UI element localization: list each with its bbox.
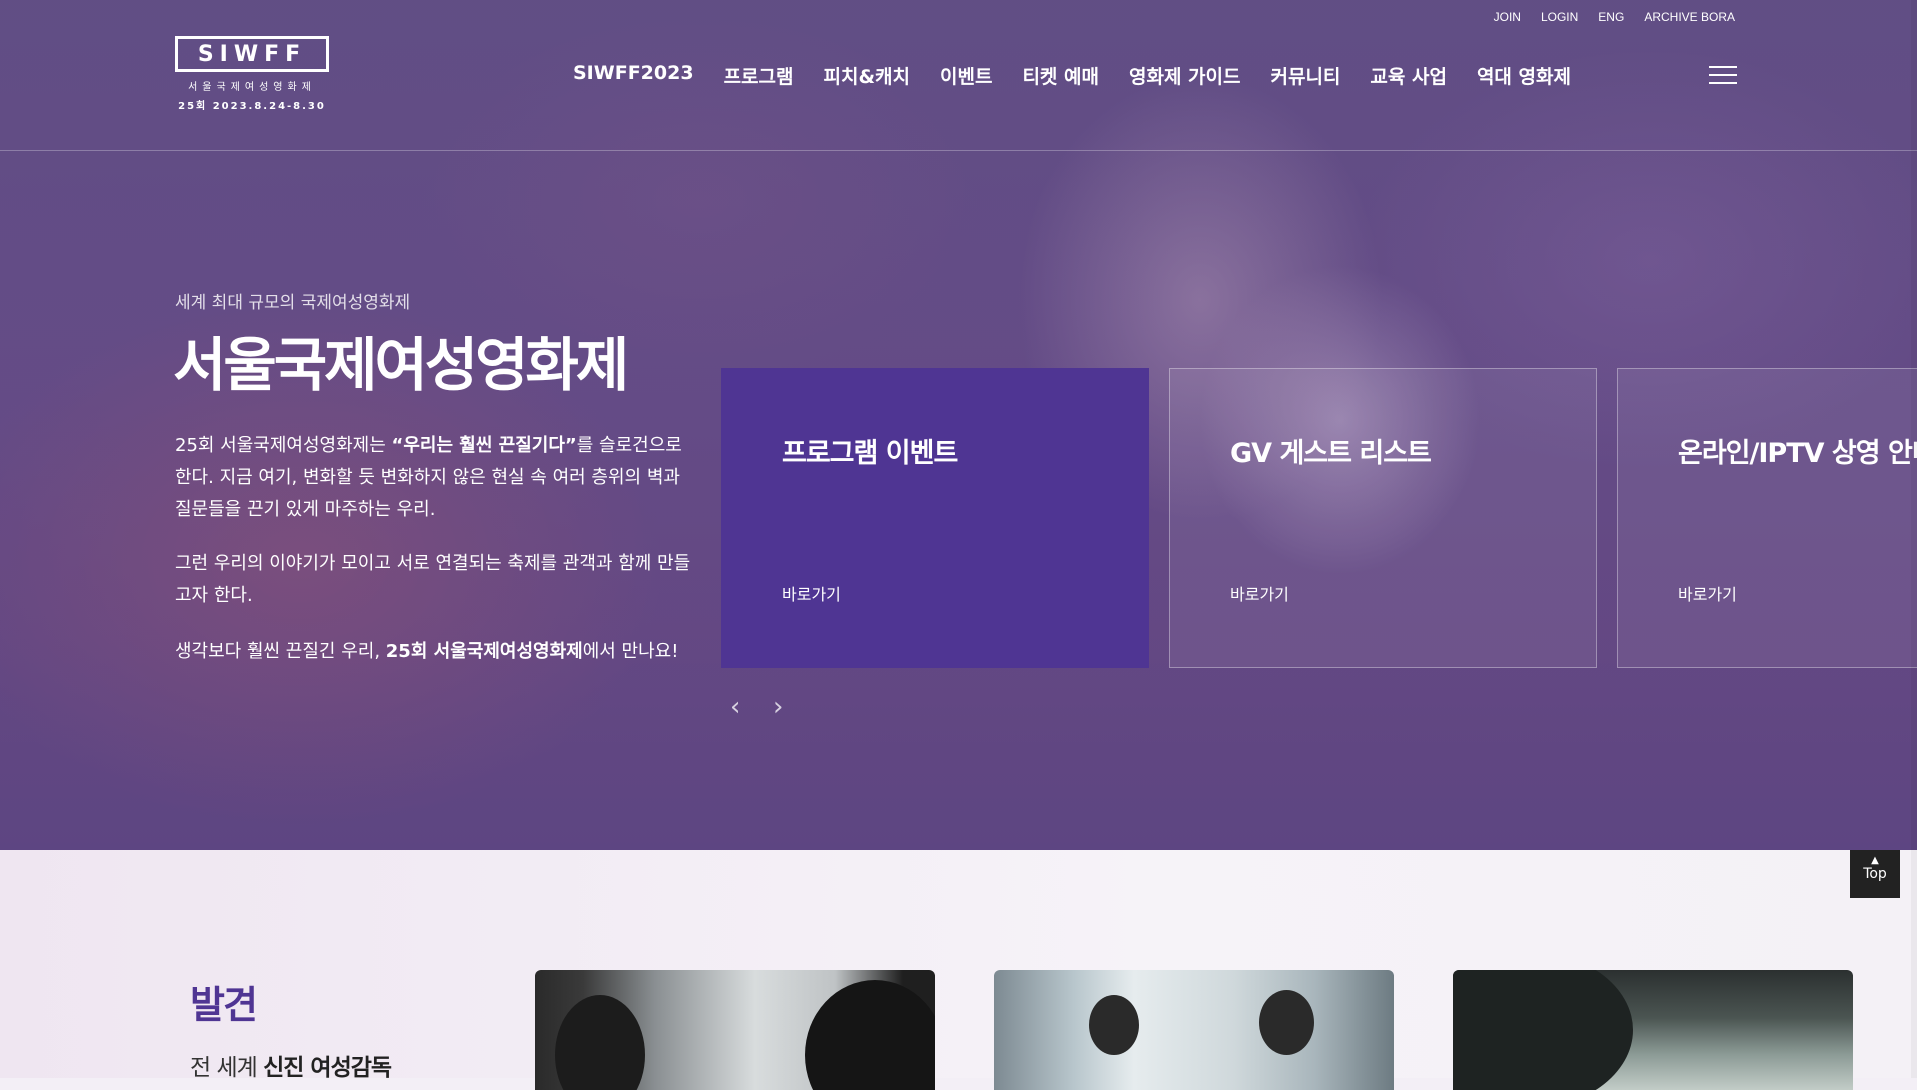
section-title: 발견 (190, 983, 258, 1027)
logo-subtitle: 서울국제여성영화제 (188, 82, 316, 93)
hero-paragraph-3: 생각보다 훨씬 끈질긴 우리, 25회 서울국제여성영화제에서 만나요! (175, 641, 679, 662)
nav-item-siwff2023[interactable]: SIWFF2023 (573, 62, 694, 89)
main-nav: SIWFF2023 프로그램 피치&캐치 이벤트 티켓 예매 영화제 가이드 커… (573, 62, 1571, 89)
nav-item-event[interactable]: 이벤트 (940, 62, 992, 89)
login-link[interactable]: LOGIN (1541, 10, 1578, 24)
film-thumbnail[interactable] (994, 970, 1394, 1090)
nav-item-community[interactable]: 커뮤니티 (1270, 62, 1340, 89)
logo-edition: 25회 2023.8.24-8.30 (178, 101, 326, 112)
join-link[interactable]: JOIN (1494, 10, 1521, 24)
hero-paragraph-2: 그런 우리의 이야기가 모이고 서로 연결되는 축제를 관객과 함께 만들고자 … (175, 553, 691, 606)
scroll-top-button[interactable]: ▲ Top (1850, 850, 1900, 898)
hamburger-icon[interactable] (1709, 66, 1737, 86)
discovery-section: 발견 전 세계 신진 여성감독 (0, 850, 1917, 1090)
hero-paragraph-1: 25회 서울국제여성영화제는 “우리는 훨씬 끈질기다”를 슬로건으로 한다. … (175, 435, 682, 520)
film-thumbnail[interactable] (535, 970, 935, 1090)
card-program-event[interactable]: 프로그램 이벤트 바로가기 (721, 368, 1149, 668)
film-thumbnail[interactable] (1453, 970, 1853, 1090)
nav-item-pitch-catch[interactable]: 피치&캐치 (823, 62, 910, 89)
top-button-label: Top (1863, 866, 1887, 882)
card-title: GV 게스트 리스트 (1230, 438, 1432, 469)
caret-up-icon: ▲ (1871, 855, 1879, 866)
site-logo[interactable]: SIWFF 서울국제여성영화제 25회 2023.8.24-8.30 (175, 36, 335, 112)
prev-arrow-icon[interactable]: ‹ (730, 692, 740, 722)
page-scrollbar[interactable] (1911, 0, 1917, 1078)
nav-item-ticket[interactable]: 티켓 예매 (1022, 62, 1099, 89)
hero-banner: SIWFF 서울국제여성영화제 25회 2023.8.24-8.30 JOIN … (0, 0, 1917, 850)
nav-item-education[interactable]: 교육 사업 (1370, 62, 1447, 89)
next-arrow-icon[interactable]: › (773, 692, 783, 722)
card-link[interactable]: 바로가기 (1678, 581, 1737, 605)
card-gv-guest-list[interactable]: GV 게스트 리스트 바로가기 (1169, 368, 1597, 668)
archive-bora-link[interactable]: ARCHIVE BORA (1644, 10, 1735, 24)
section-subtitle: 전 세계 신진 여성감독 (190, 1055, 392, 1081)
nav-item-program[interactable]: 프로그램 (724, 62, 794, 89)
card-link[interactable]: 바로가기 (782, 581, 841, 605)
eng-link[interactable]: ENG (1598, 10, 1624, 24)
card-title: 온라인/IPTV 상영 안내 (1678, 438, 1917, 469)
hero-title: 서울국제여성영화제 (173, 331, 629, 399)
card-link[interactable]: 바로가기 (1230, 581, 1289, 605)
nav-item-past-festivals[interactable]: 역대 영화제 (1477, 62, 1571, 89)
logo-mark: SIWFF (175, 36, 329, 72)
utility-links: JOIN LOGIN ENG ARCHIVE BORA (1494, 10, 1735, 24)
nav-item-guide[interactable]: 영화제 가이드 (1129, 62, 1241, 89)
card-online-iptv[interactable]: 온라인/IPTV 상영 안내 바로가기 (1617, 368, 1917, 668)
hero-eyebrow: 세계 최대 규모의 국제여성영화제 (175, 293, 411, 313)
header-divider (0, 150, 1917, 151)
card-title: 프로그램 이벤트 (782, 438, 958, 469)
